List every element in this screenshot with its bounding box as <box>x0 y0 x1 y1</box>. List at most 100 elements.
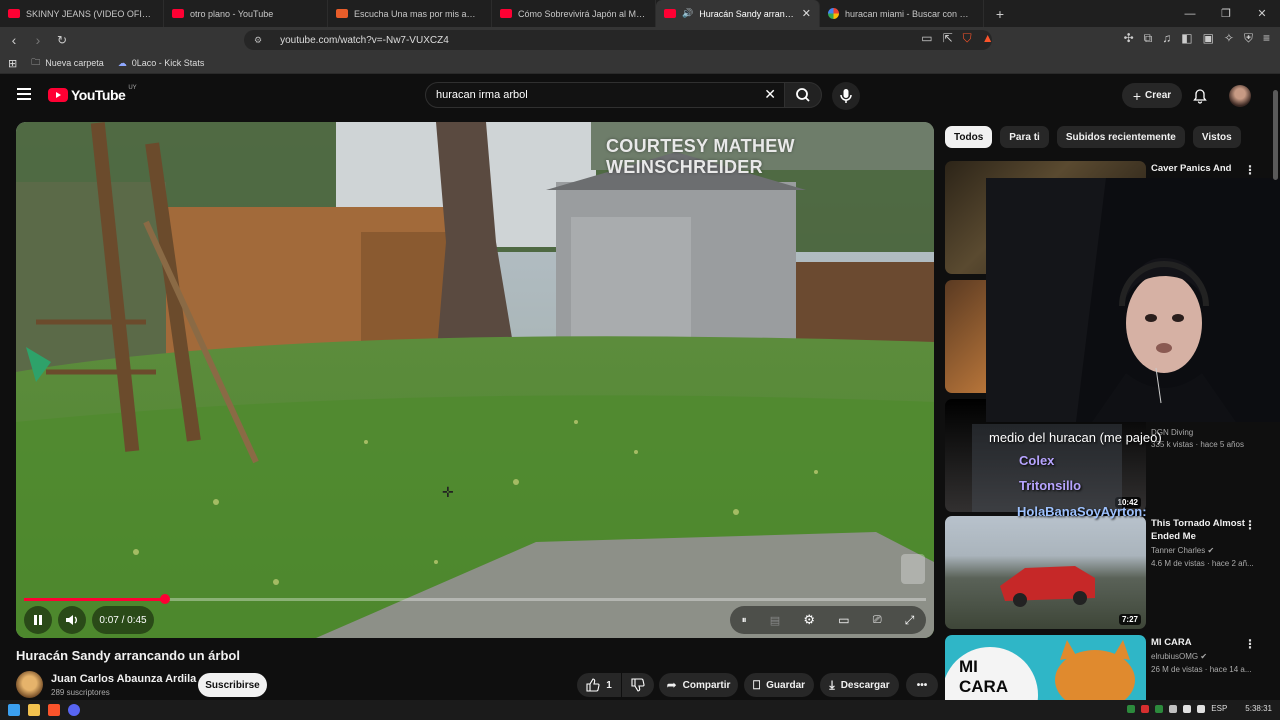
browser-tab-active[interactable]: 🔊 Huracán Sandy arrancando un ✕ <box>656 0 820 27</box>
download-button[interactable]: ⤓ Descargar <box>820 673 899 697</box>
folder-icon: 🗀 <box>31 57 41 67</box>
chip-para-ti[interactable]: Para ti <box>1000 126 1049 148</box>
browser-tab[interactable]: SKINNY JEANS (VIDEO OFICIAL) - Yo <box>0 0 164 27</box>
restore-icon[interactable]: ❐ <box>1208 0 1244 27</box>
windows-taskbar: ESP 5:38:31 <box>0 700 1280 720</box>
file-explorer-icon[interactable] <box>28 704 40 716</box>
more-options-icon[interactable]: ⋮ <box>1244 163 1256 177</box>
like-count: 1 <box>606 679 612 691</box>
recommendation-channel[interactable]: elrubiusOMG ✔ <box>1151 652 1207 661</box>
apps-grid-icon[interactable]: ⊞ <box>8 57 17 70</box>
volume-tray-icon[interactable] <box>1197 704 1206 713</box>
menu-icon[interactable]: ≡ <box>1263 31 1270 46</box>
like-button[interactable]: 1 <box>577 673 621 697</box>
back-icon[interactable]: ‹ <box>4 32 24 48</box>
search-button[interactable] <box>784 82 822 108</box>
music-icon[interactable]: ♫ <box>1162 31 1171 46</box>
brave-browser-icon[interactable] <box>48 704 60 716</box>
tray-app-icon[interactable] <box>1155 704 1164 713</box>
discord-icon[interactable] <box>68 704 80 716</box>
recommendation-channel[interactable]: Tanner Charles ✔ <box>1151 546 1214 555</box>
tray-app-icon[interactable] <box>1141 704 1150 713</box>
close-window-icon[interactable]: ✕ <box>1244 0 1280 27</box>
puzzle-icon[interactable]: ✣ <box>1124 31 1134 46</box>
screenshot-icon[interactable]: ⧉ <box>1144 31 1153 46</box>
clock[interactable]: 5:38:31 <box>1245 704 1272 713</box>
page-scrollbar[interactable] <box>1273 90 1278 180</box>
browser-tab[interactable]: huracan miami - Buscar con Google <box>820 0 984 27</box>
minimize-icon[interactable]: — <box>1172 0 1208 27</box>
save-button[interactable]: ⎕ Guardar <box>744 673 814 697</box>
tray-app-icon[interactable] <box>1169 704 1178 713</box>
windows-start-icon[interactable] <box>8 704 20 716</box>
tab-title: otro plano - YouTube <box>190 8 274 19</box>
wallet-icon[interactable]: ▣ <box>1203 31 1214 46</box>
pause-button[interactable] <box>24 606 52 634</box>
subscribe-button[interactable]: Suscribirse <box>198 673 267 697</box>
channel-name[interactable]: Juan Carlos Abaunza Ardila <box>51 673 196 685</box>
recommendation-title[interactable]: This Tornado Almost Ended Me <box>1151 517 1247 543</box>
chip-todos[interactable]: Todos <box>945 126 993 148</box>
new-tab-button[interactable]: + <box>990 6 1010 22</box>
bookmark-link[interactable]: ☁ 0Laco - Kick Stats <box>118 58 205 69</box>
search-input[interactable]: huracan irma arbol ✕ <box>425 82 785 108</box>
bookmark-folder[interactable]: 🗀 Nueva carpeta <box>31 55 104 71</box>
sidebar-icon[interactable]: ◧ <box>1181 31 1192 46</box>
speaker-icon: 🔊 <box>682 8 694 18</box>
language-indicator[interactable]: ESP <box>1211 704 1227 713</box>
leo-icon[interactable]: ✧ <box>1224 31 1234 46</box>
recommendation-views: 26 M de vistas · hace 14 a... <box>1151 665 1252 674</box>
network-icon[interactable] <box>1183 704 1192 713</box>
fullscreen-icon[interactable]: ⤢ <box>905 613 915 628</box>
autoplay-toggle-icon[interactable]: ⏸ <box>742 615 747 626</box>
recommendation-thumbnail[interactable]: 7:27 <box>945 516 1146 629</box>
soundcloud-icon <box>336 9 348 18</box>
more-actions-button[interactable]: ••• <box>906 673 938 697</box>
tray-app-icon[interactable] <box>1127 704 1136 713</box>
dislike-button[interactable] <box>622 673 654 697</box>
url-field[interactable]: ⚙ youtube.com/watch?v=-Nw7-VUXCZ4 <box>244 30 992 50</box>
browser-tab[interactable]: otro plano - YouTube <box>164 0 328 27</box>
share-label: Compartir <box>682 679 731 691</box>
settings-gear-icon[interactable]: ⚙ <box>803 612 815 628</box>
brave-shield-icon[interactable]: ⛉ <box>963 31 972 46</box>
channel-avatar[interactable] <box>16 671 43 698</box>
more-options-icon[interactable]: ⋮ <box>1244 637 1256 651</box>
red-car-image <box>1000 566 1095 607</box>
site-settings-icon[interactable]: ⚙ <box>254 35 262 46</box>
screen-icon[interactable]: ▭ <box>921 31 932 46</box>
theater-mode-icon[interactable]: ▭ <box>838 613 849 627</box>
subtitles-icon[interactable]: ▤ <box>770 614 780 627</box>
voice-search-button[interactable] <box>832 82 860 110</box>
create-button[interactable]: + Crear <box>1122 83 1182 108</box>
vpn-icon[interactable]: ⛨ <box>1244 31 1253 46</box>
reload-icon[interactable]: ↻ <box>52 33 72 47</box>
recommendation-title[interactable]: Caver Panics And <box>1151 162 1247 175</box>
rewards-icon[interactable]: ▲ <box>982 31 994 46</box>
chip-vistos[interactable]: Vistos <box>1192 126 1241 148</box>
share-button[interactable]: ➦ Compartir <box>659 673 738 697</box>
youtube-logo[interactable]: YouTube UY <box>48 85 137 103</box>
recommendation-thumbnail[interactable]: MI CARA <box>945 635 1146 700</box>
clear-search-icon[interactable]: ✕ <box>764 86 776 103</box>
video-player[interactable]: COURTESY MATHEW WEINSCHREIDER ✛ 0:07 / 0… <box>16 122 934 638</box>
kick-icon: ☁ <box>117 57 127 68</box>
recommendation-title[interactable]: MI CARA <box>1151 636 1247 649</box>
close-tab-icon[interactable]: ✕ <box>802 7 811 20</box>
browser-tab[interactable]: Cómo Sobrevivirá Japón al Megaterr <box>492 0 656 27</box>
forward-icon[interactable]: › <box>28 32 48 48</box>
share-icon[interactable]: ⇱ <box>943 31 953 46</box>
account-avatar[interactable] <box>1229 85 1251 107</box>
video-title: Huracán Sandy arrancando un árbol <box>16 648 240 663</box>
more-options-icon[interactable]: ⋮ <box>1244 518 1256 532</box>
chip-subidos-recientemente[interactable]: Subidos recientemente <box>1056 126 1185 148</box>
progress-bar[interactable] <box>24 594 926 604</box>
menu-hamburger-icon[interactable] <box>17 88 31 103</box>
cast-icon[interactable]: ⎚ <box>873 614 882 627</box>
video-watermark-text: COURTESY MATHEW WEINSCHREIDER <box>606 136 795 177</box>
progress-scrubber[interactable] <box>159 594 170 604</box>
video-frame <box>16 122 934 638</box>
notifications-bell-icon[interactable] <box>1192 88 1208 104</box>
volume-button[interactable] <box>58 606 86 634</box>
browser-tab[interactable]: Escucha Una mas por mis amigos. Pr <box>328 0 492 27</box>
